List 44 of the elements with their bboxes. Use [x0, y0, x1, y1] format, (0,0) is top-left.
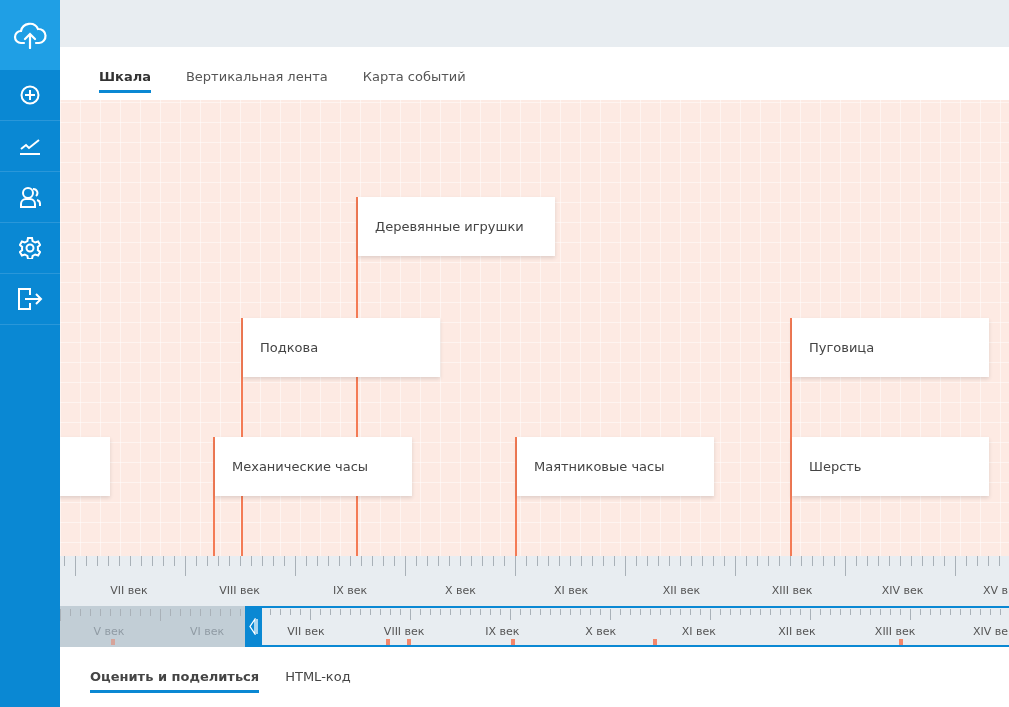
cloud-upload-icon — [13, 21, 47, 49]
century-label: IX век — [484, 625, 521, 638]
event-card[interactable]: Подкова — [243, 318, 440, 377]
plus-circle-icon — [20, 85, 40, 105]
logout-icon — [17, 287, 43, 311]
century-label: VII век — [109, 584, 149, 597]
century-label: VIII век — [218, 584, 261, 597]
century-label: X век — [444, 584, 477, 597]
triangle-left-icon — [249, 618, 258, 635]
share-tab[interactable]: Оценить и поделиться — [90, 647, 260, 693]
event-card[interactable]: Деревянные игрушки — [358, 197, 555, 256]
century-label: XV в — [982, 584, 1008, 597]
century-label: VII век — [286, 625, 326, 638]
century-label: XII век — [777, 625, 817, 638]
event-marker — [511, 639, 515, 645]
line-chart-icon — [19, 137, 41, 155]
century-label: XIII век — [873, 625, 917, 638]
view-tab[interactable]: Шкала — [99, 47, 151, 93]
century-label: XIV век — [880, 584, 925, 597]
users-icon — [19, 186, 41, 208]
event-card[interactable]: Шерсть — [792, 437, 989, 496]
century-label: XII век — [661, 584, 702, 597]
range-handle[interactable] — [245, 606, 262, 647]
century-label: VIII век — [382, 625, 426, 638]
century-label: XI век — [680, 625, 717, 638]
century-label: XIII век — [770, 584, 814, 597]
view-tab[interactable]: Вертикальная лента — [185, 47, 328, 93]
century-label: IX век — [331, 584, 369, 597]
event-marker — [899, 639, 903, 645]
century-label: X век — [584, 625, 618, 638]
event-marker — [653, 639, 657, 645]
century-label: XI век — [552, 584, 590, 597]
event-card[interactable]: Механические часы — [215, 437, 412, 496]
upload-button[interactable] — [0, 0, 60, 70]
settings-icon — [19, 237, 41, 259]
event-card[interactable]: Маятниковые часы — [517, 437, 714, 496]
view-tab[interactable]: Карта событий — [362, 47, 466, 93]
event-marker — [111, 639, 115, 645]
event-card[interactable]: Пуговица — [792, 318, 989, 377]
share-tab[interactable]: HTML-код — [285, 647, 351, 693]
century-label: XIV ве — [972, 625, 1008, 638]
event-marker — [386, 639, 390, 645]
event-marker — [407, 639, 411, 645]
minimap-window[interactable]: VII век VIII век IX век X век XI век XII век XIII век XIV ве — [262, 606, 1009, 647]
